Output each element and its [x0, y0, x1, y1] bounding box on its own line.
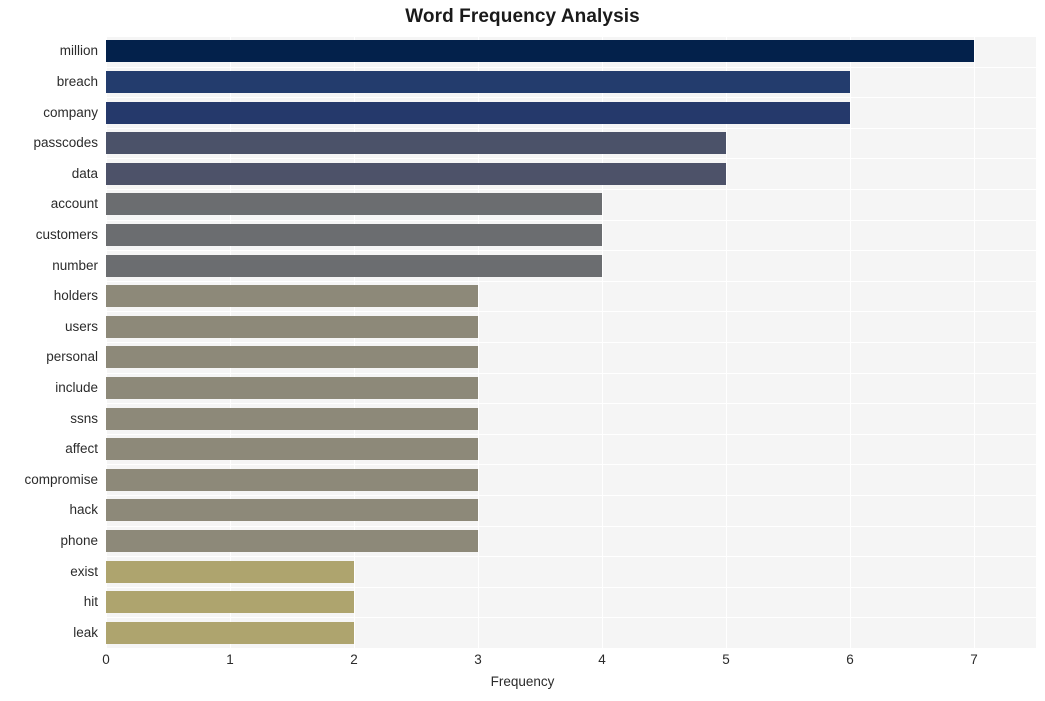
x-tick-label: 5	[722, 652, 730, 667]
bar-company	[106, 101, 850, 124]
x-tick-label: 4	[598, 652, 606, 667]
gridline-horizontal	[106, 128, 1036, 129]
word-frequency-bar-chart: Word Frequency Analysis million breach com…	[0, 0, 1045, 701]
y-tick-label-number: number	[52, 257, 98, 273]
gridline-horizontal	[106, 189, 1036, 190]
gridline-horizontal	[106, 617, 1036, 618]
gridline-horizontal	[106, 342, 1036, 343]
y-tick-label-hit: hit	[83, 594, 98, 610]
gridline-horizontal	[106, 434, 1036, 435]
bar-phone	[106, 529, 478, 552]
gridline-horizontal	[106, 495, 1036, 496]
bar-compromise	[106, 468, 478, 491]
bar-personal	[106, 346, 478, 369]
x-tick-label: 7	[970, 652, 978, 667]
plot-area	[106, 36, 1036, 649]
gridline-horizontal	[106, 67, 1036, 68]
y-tick-label-holders: holders	[53, 288, 98, 304]
y-tick-label-million: million	[59, 43, 98, 59]
gridline-horizontal	[106, 464, 1036, 465]
bar-affect	[106, 438, 478, 461]
x-axis-title: Frequency	[490, 674, 555, 689]
y-tick-label-hack: hack	[69, 502, 98, 518]
y-tick-label-compromise: compromise	[24, 471, 98, 487]
gridline-horizontal	[106, 403, 1036, 404]
gridline-horizontal	[106, 250, 1036, 251]
x-tick-label: 2	[350, 652, 358, 667]
bar-million	[106, 40, 974, 63]
gridline-horizontal	[106, 648, 1036, 649]
y-tick-label-company: company	[43, 104, 98, 120]
y-tick-label-personal: personal	[46, 349, 98, 365]
gridline-horizontal	[106, 220, 1036, 221]
y-tick-label-affect: affect	[65, 441, 98, 457]
y-tick-label-data: data	[71, 165, 98, 181]
bar-data	[106, 162, 726, 185]
bar-include	[106, 376, 478, 399]
gridline-horizontal	[106, 556, 1036, 557]
x-tick-label: 1	[226, 652, 234, 667]
gridline-horizontal	[106, 97, 1036, 98]
y-tick-label-breach: breach	[56, 73, 98, 89]
bar-hit	[106, 591, 354, 614]
y-tick-label-passcodes: passcodes	[33, 135, 98, 151]
y-tick-label-ssns: ssns	[70, 410, 98, 426]
gridline-horizontal	[106, 526, 1036, 527]
bar-holders	[106, 285, 478, 308]
bar-users	[106, 315, 478, 338]
bar-number	[106, 254, 602, 277]
y-tick-label-phone: phone	[60, 532, 98, 548]
gridline-horizontal	[106, 373, 1036, 374]
bar-hack	[106, 499, 478, 522]
y-tick-label-account: account	[50, 196, 98, 212]
gridline-horizontal	[106, 158, 1036, 159]
bar-exist	[106, 560, 354, 583]
y-tick-label-users: users	[64, 318, 98, 334]
bar-passcodes	[106, 132, 726, 155]
gridline-horizontal	[106, 281, 1036, 282]
y-tick-label-customers: customers	[35, 226, 98, 242]
bar-customers	[106, 223, 602, 246]
gridline-horizontal	[106, 587, 1036, 588]
y-tick-label-include: include	[55, 379, 98, 395]
bar-breach	[106, 70, 850, 93]
bar-account	[106, 193, 602, 216]
gridline-horizontal	[106, 36, 1036, 37]
y-tick-label-leak: leak	[73, 624, 98, 640]
x-tick-label: 0	[102, 652, 110, 667]
bar-leak	[106, 621, 354, 644]
gridline-horizontal	[106, 311, 1036, 312]
chart-title: Word Frequency Analysis	[405, 6, 640, 27]
bar-ssns	[106, 407, 478, 430]
x-tick-label: 6	[846, 652, 854, 667]
y-tick-label-exist: exist	[70, 563, 98, 579]
x-tick-label: 3	[474, 652, 482, 667]
